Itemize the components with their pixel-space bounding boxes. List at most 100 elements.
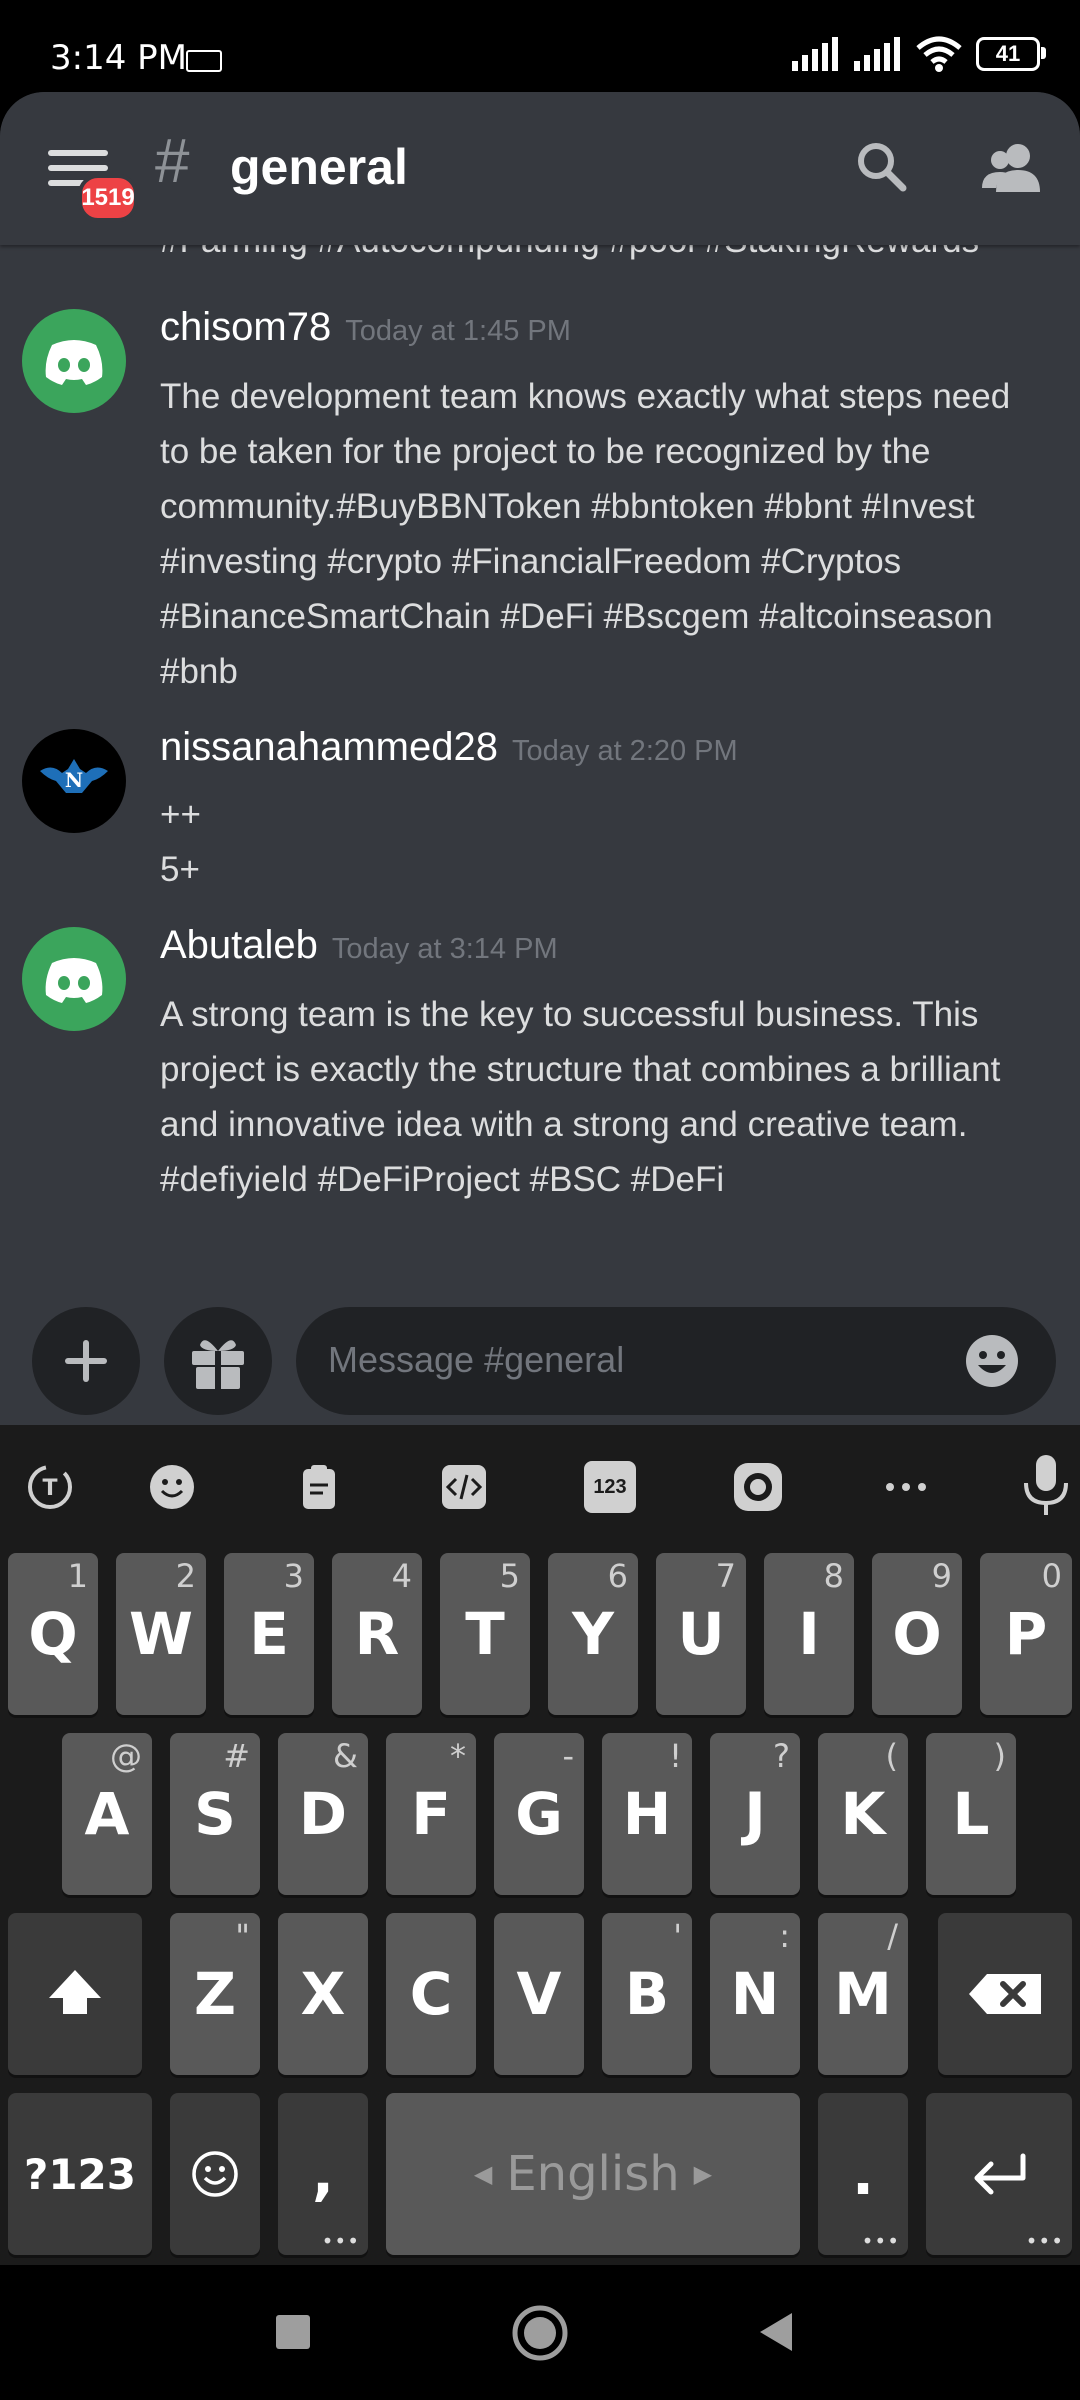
- key-r[interactable]: 4R: [332, 1553, 422, 1715]
- key-z[interactable]: " Z: [170, 1913, 260, 2075]
- chat-bubble-icon[interactable]: [732, 1461, 784, 1513]
- comma-key[interactable]: , •••: [278, 2093, 368, 2255]
- key-d[interactable]: & D: [278, 1733, 368, 1895]
- username[interactable]: Abutaleb: [160, 923, 318, 967]
- enter-key[interactable]: •••: [926, 2093, 1072, 2255]
- search-icon[interactable]: [855, 140, 907, 192]
- language-label: English: [506, 2146, 680, 2202]
- message-line: to be taken for the project to be recogn…: [160, 432, 931, 471]
- key-h[interactable]: ! H: [602, 1733, 692, 1895]
- message-composer: Message #general: [0, 1285, 1080, 1425]
- key-w[interactable]: 2W: [116, 1553, 206, 1715]
- avatar[interactable]: [22, 309, 126, 413]
- key-f[interactable]: * F: [386, 1733, 476, 1895]
- backspace-key[interactable]: [938, 1913, 1072, 2075]
- key-label: K: [840, 1780, 886, 1848]
- message-body: ++ 5+: [160, 787, 201, 897]
- svg-text:T: T: [42, 1476, 57, 1501]
- key-label: O: [892, 1600, 942, 1668]
- key-label: J: [744, 1780, 766, 1848]
- channel-title[interactable]: general: [230, 138, 408, 196]
- key-hint: (: [885, 1737, 898, 1775]
- key-hint: 2: [175, 1557, 196, 1595]
- key-b[interactable]: ' B: [602, 1913, 692, 2075]
- avatar[interactable]: [22, 927, 126, 1031]
- key-label: H: [622, 1780, 672, 1848]
- key-hint: 4: [391, 1557, 412, 1595]
- clipboard-icon[interactable]: [293, 1461, 345, 1513]
- key-a[interactable]: @ A: [62, 1733, 152, 1895]
- key-k[interactable]: (K: [818, 1733, 908, 1895]
- key-hint: &: [333, 1737, 358, 1775]
- key-s[interactable]: # S: [170, 1733, 260, 1895]
- key-hint: 3: [283, 1557, 304, 1595]
- key-label: V: [516, 1960, 562, 2028]
- key-u[interactable]: 7U: [656, 1553, 746, 1715]
- key-hint: 6: [607, 1557, 628, 1595]
- symbols-key[interactable]: ?123: [8, 2093, 152, 2255]
- key-p[interactable]: 0P: [980, 1553, 1072, 1715]
- key-label: X: [300, 1960, 346, 2028]
- message-line: #investing #crypto #FinancialFreedom #Cr…: [160, 542, 902, 581]
- wifi-icon: [916, 36, 962, 72]
- message-line: 5+: [160, 850, 200, 889]
- key-x[interactable]: X: [278, 1913, 368, 2075]
- message-list[interactable]: #Farming #Autocompunding #pool #StakingR…: [0, 245, 1080, 1285]
- emoji-key[interactable]: [170, 2093, 260, 2255]
- space-key[interactable]: ◀ English ▶: [386, 2093, 800, 2255]
- key-n[interactable]: :N: [710, 1913, 800, 2075]
- user-avatar-icon: N: [40, 759, 108, 793]
- key-v[interactable]: V: [494, 1913, 584, 2075]
- key-q[interactable]: 1Q: [8, 1553, 98, 1715]
- numpad-icon[interactable]: 123: [584, 1461, 636, 1513]
- key-label: .: [851, 2140, 875, 2208]
- key-l[interactable]: ) L: [926, 1733, 1016, 1895]
- key-hint: -: [562, 1737, 574, 1775]
- emoji-keyboard-icon[interactable]: [146, 1461, 198, 1513]
- key-y[interactable]: 6Y: [548, 1553, 638, 1715]
- channel-header: 1519 # general: [0, 92, 1080, 245]
- key-hint: #: [223, 1737, 250, 1775]
- avatar[interactable]: N: [22, 729, 126, 833]
- keyboard-toolbar: T 123: [0, 1425, 1080, 1545]
- microphone-icon[interactable]: [1018, 1453, 1074, 1517]
- username[interactable]: chisom78: [160, 305, 331, 349]
- key-label: A: [84, 1780, 130, 1848]
- message-body: A strong team is the key to successful b…: [160, 987, 1000, 1207]
- more-dots: •••: [1025, 2229, 1064, 2253]
- message-input[interactable]: Message #general: [296, 1307, 1056, 1415]
- message-line: community.#BuyBBNToken #bbntoken #bbnt #…: [160, 487, 975, 526]
- discord-logo-icon: [45, 340, 103, 385]
- code-icon[interactable]: [438, 1461, 490, 1513]
- message-line: #BinanceSmartChain #DeFi #Bscgem #altcoi…: [160, 597, 993, 636]
- username[interactable]: nissanahammed28: [160, 725, 498, 769]
- emoji-icon[interactable]: [964, 1333, 1020, 1389]
- key-j[interactable]: ? J: [710, 1733, 800, 1895]
- key-t[interactable]: 5T: [440, 1553, 530, 1715]
- discord-logo-icon: [45, 958, 103, 1003]
- recents-button[interactable]: [276, 2315, 310, 2349]
- key-hint: ?: [773, 1737, 790, 1775]
- key-label: ,: [311, 2140, 335, 2208]
- key-i[interactable]: 8I: [764, 1553, 854, 1715]
- period-key[interactable]: . •••: [818, 2093, 908, 2255]
- back-button[interactable]: [758, 2311, 794, 2353]
- key-label: S: [194, 1780, 236, 1848]
- members-icon[interactable]: [982, 142, 1040, 192]
- text-tools-icon[interactable]: T: [24, 1461, 76, 1513]
- more-icon[interactable]: [880, 1461, 932, 1513]
- key-label: P: [1004, 1600, 1048, 1668]
- shift-key[interactable]: [8, 1913, 142, 2075]
- key-label: C: [409, 1960, 453, 2028]
- key-g[interactable]: -G: [494, 1733, 584, 1895]
- message-line: #Farming #Autocompunding #pool #StakingR…: [160, 245, 979, 268]
- gift-button[interactable]: [164, 1307, 272, 1415]
- key-e[interactable]: 3E: [224, 1553, 314, 1715]
- add-attachment-button[interactable]: [32, 1307, 140, 1415]
- key-o[interactable]: 9O: [872, 1553, 962, 1715]
- key-label: B: [624, 1960, 670, 2028]
- key-c[interactable]: C: [386, 1913, 476, 2075]
- battery-icon: 41: [976, 37, 1046, 71]
- key-m[interactable]: / M: [818, 1913, 908, 2075]
- home-button[interactable]: [510, 2303, 570, 2363]
